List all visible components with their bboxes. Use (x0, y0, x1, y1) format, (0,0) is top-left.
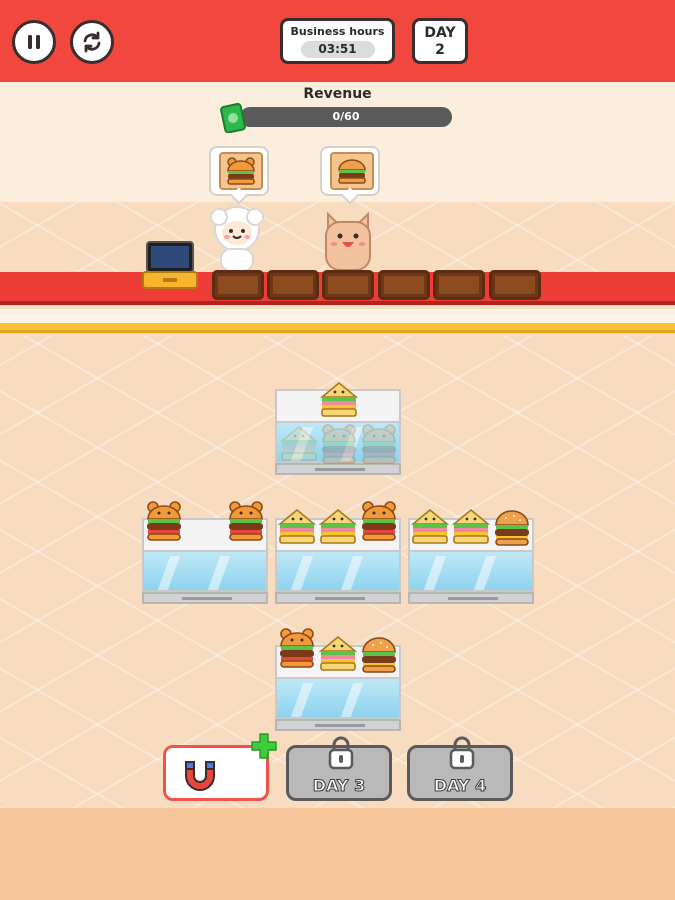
pause-icon (28, 35, 40, 49)
counter-trim (0, 323, 675, 333)
display-case-center[interactable] (275, 501, 401, 604)
cash-register-icon (142, 241, 198, 289)
bear-burger-item[interactable] (359, 500, 399, 542)
sheep-customer (210, 206, 264, 272)
bear-burger-item[interactable] (226, 500, 266, 542)
sandwich-item[interactable] (451, 506, 491, 548)
burger-item[interactable] (359, 633, 399, 675)
revenue-label: Revenue (303, 86, 372, 102)
sandwich-item[interactable] (318, 633, 358, 675)
counter-edge (0, 309, 675, 323)
order-bubble-2 (320, 146, 380, 205)
locked-slot-label: DAY 4 (433, 776, 487, 796)
serving-tray-4[interactable] (378, 270, 430, 300)
serving-tray-6[interactable] (489, 270, 541, 300)
cat-customer (325, 211, 371, 271)
burger-item[interactable] (492, 506, 532, 548)
order-card (330, 152, 374, 190)
business-hours-panel: Business hours 03:51 (280, 18, 395, 64)
hidden-bear-burger-item (321, 424, 357, 464)
sandwich-item[interactable] (277, 506, 317, 548)
display-case-bottom[interactable] (275, 628, 401, 731)
day-label: DAY (424, 25, 456, 41)
hidden-sandwich-item (281, 426, 317, 461)
business-hours-label: Business hours (290, 25, 385, 38)
pause-button[interactable] (12, 20, 56, 64)
bottom-panel (0, 808, 675, 900)
revenue-value: 0/60 (332, 110, 360, 123)
bear-burger-icon (227, 157, 255, 185)
sandwich-item[interactable] (319, 379, 359, 421)
sandwich-item[interactable] (410, 506, 450, 548)
order-bubble-1 (209, 146, 269, 205)
bear-burger-item[interactable] (144, 500, 184, 542)
burger-icon (338, 159, 366, 184)
display-case-top[interactable] (275, 382, 401, 475)
magnet-icon (185, 761, 215, 791)
serving-tray-5[interactable] (433, 270, 485, 300)
magnet-powerup-button[interactable] (163, 733, 277, 801)
locked-slot-label: DAY 3 (312, 776, 366, 796)
order-card (219, 152, 263, 190)
lock-icon (328, 736, 354, 770)
restart-button[interactable] (70, 20, 114, 64)
sandwich-item[interactable] (318, 506, 358, 548)
display-case-left[interactable] (142, 501, 268, 604)
revenue-progress-bar: 0/60 (240, 107, 452, 127)
plus-icon (251, 733, 277, 759)
day-panel: DAY 2 (412, 18, 468, 64)
bear-burger-item[interactable] (277, 627, 317, 669)
serving-tray-2[interactable] (267, 270, 319, 300)
serving-tray-1[interactable] (212, 270, 264, 300)
locked-slot-day4-button[interactable]: DAY 4 (407, 736, 513, 801)
hidden-bear-burger-item (361, 424, 397, 464)
lock-icon (449, 736, 475, 770)
cash-icon (220, 103, 246, 133)
serving-tray-3[interactable] (322, 270, 374, 300)
locked-slot-day3-button[interactable]: DAY 3 (286, 736, 392, 801)
business-hours-timer: 03:51 (300, 41, 375, 58)
restart-icon (83, 31, 101, 53)
display-case-right[interactable] (408, 509, 534, 604)
day-value: 2 (435, 42, 445, 58)
